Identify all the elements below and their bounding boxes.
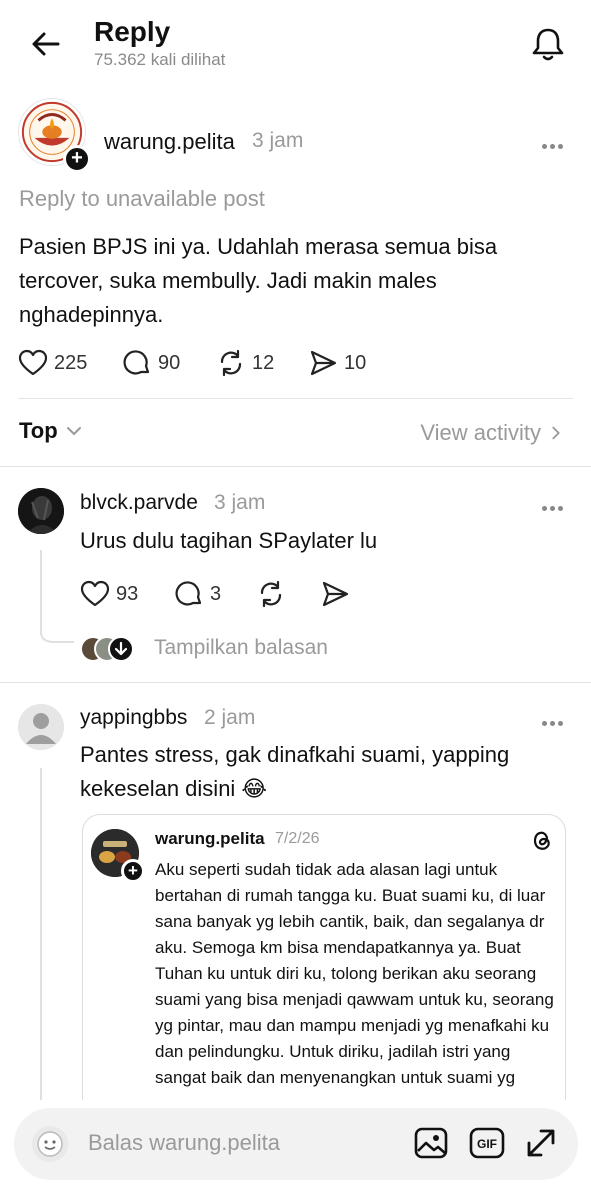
repost-button[interactable]	[256, 577, 286, 611]
image-icon	[414, 1127, 448, 1159]
share-button[interactable]: 10	[308, 346, 366, 380]
send-icon	[322, 581, 349, 607]
divider	[18, 398, 573, 399]
repost-count: 12	[252, 351, 275, 374]
view-count: 75.362 kali dilihat	[94, 50, 226, 69]
composer-bar: Balas warung.pelita GIF	[0, 1100, 591, 1199]
send-icon	[310, 350, 337, 376]
repost-icon	[220, 349, 242, 377]
gif-button[interactable]: GIF	[468, 1124, 506, 1162]
post-actions: 225 90 12 10	[18, 346, 418, 380]
expand-replies-icon	[108, 636, 134, 662]
reply-avatar[interactable]	[18, 488, 64, 534]
comment-count: 3	[210, 582, 222, 605]
post-username[interactable]: warung.pelita	[104, 129, 235, 155]
post-more-button[interactable]	[542, 136, 572, 149]
top-bar: Reply 75.362 kali dilihat	[0, 0, 591, 90]
sort-label: Top	[19, 418, 58, 443]
replier-avatars[interactable]	[80, 636, 138, 662]
reply-time: 2 jam	[204, 706, 256, 729]
divider	[0, 466, 591, 467]
follow-button[interactable]: +	[63, 145, 91, 173]
reply-more-button[interactable]	[542, 498, 572, 511]
quoted-body: Aku seperti sudah tidak ada alasan lagi …	[155, 860, 554, 1087]
dark-photo-avatar	[18, 488, 64, 534]
page-title: Reply	[94, 16, 171, 47]
comment-button[interactable]: 90	[122, 346, 180, 380]
sort-dropdown[interactable]: Top	[19, 418, 84, 444]
like-count: 225	[54, 351, 88, 374]
reply-text: Pantes stress, gak dinafkahi suami, yapp…	[80, 742, 510, 801]
share-button[interactable]	[320, 577, 350, 611]
share-count: 10	[344, 351, 367, 374]
thread-line	[40, 768, 42, 1100]
reply-context: Reply to unavailable post	[19, 186, 265, 211]
emoji-avatar-icon	[37, 1131, 63, 1157]
follow-button[interactable]: +	[121, 859, 145, 883]
reply-username[interactable]: yappingbbs	[80, 706, 187, 730]
heart-icon	[18, 349, 48, 376]
thread-curve	[40, 620, 74, 643]
my-avatar	[32, 1126, 68, 1162]
reply-placeholder: Balas warung.pelita	[88, 1130, 281, 1155]
expand-icon	[527, 1129, 555, 1157]
divider	[0, 682, 591, 683]
comment-button[interactable]: 3	[174, 577, 221, 611]
like-button[interactable]: 225	[18, 346, 87, 380]
reply-time: 3 jam	[214, 491, 266, 514]
gif-label: GIF	[477, 1137, 497, 1151]
default-avatar-icon	[18, 704, 64, 750]
repost-icon	[260, 580, 282, 608]
image-button[interactable]	[412, 1124, 450, 1162]
quoted-time: 7/2/26	[275, 830, 320, 847]
quoted-username: warung.pelita	[155, 829, 265, 848]
reply-avatar[interactable]	[18, 704, 64, 750]
comment-icon	[123, 350, 150, 375]
view-activity-link[interactable]: View activity	[420, 420, 565, 446]
reply-actions: 93 3	[80, 577, 380, 611]
threads-icon	[533, 831, 550, 850]
back-button[interactable]	[28, 26, 64, 62]
chevron-down-icon	[66, 427, 81, 435]
notifications-button[interactable]	[528, 24, 568, 64]
quoted-author-avatar: +	[91, 829, 145, 883]
view-activity-label: View activity	[420, 420, 541, 445]
like-button[interactable]: 93	[80, 577, 138, 611]
reply-input[interactable]: Balas warung.pelita GIF	[14, 1108, 578, 1180]
quoted-post-card[interactable]: + warung.pelita 7/2/26 Aku seperti sudah…	[82, 814, 566, 1134]
author-avatar[interactable]: +	[18, 98, 91, 173]
reply-username[interactable]: blvck.parvde	[80, 491, 198, 515]
arrow-left-icon	[32, 32, 60, 56]
bell-icon	[532, 28, 564, 61]
heart-icon	[80, 580, 110, 607]
show-replies-link[interactable]: Tampilkan balasan	[154, 636, 328, 660]
like-count: 93	[116, 582, 139, 605]
reply-more-button[interactable]	[542, 713, 572, 726]
expand-button[interactable]	[522, 1124, 560, 1162]
comment-icon	[175, 581, 202, 606]
chevron-right-icon	[552, 426, 560, 440]
comment-count: 90	[158, 351, 181, 374]
repost-button[interactable]: 12	[216, 346, 274, 380]
reply-text: Urus dulu tagihan SPaylater lu	[80, 528, 378, 553]
post-time: 3 jam	[252, 129, 304, 152]
gif-icon: GIF	[469, 1127, 505, 1159]
post-body: Pasien BPJS ini ya. Udahlah merasa semua…	[19, 234, 498, 327]
